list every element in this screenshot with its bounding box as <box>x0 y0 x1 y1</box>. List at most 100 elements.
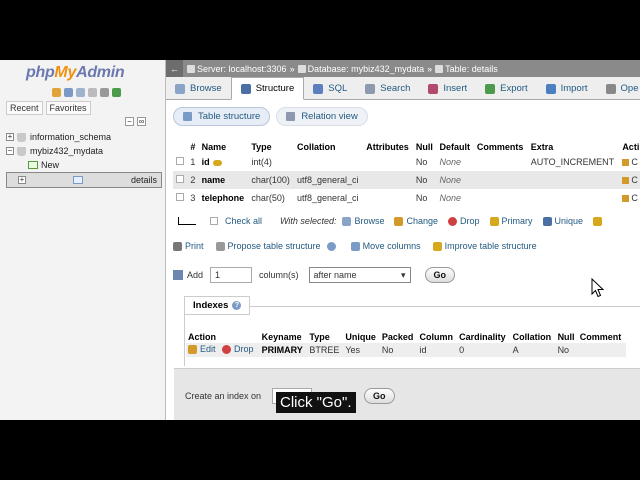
table-header-row: # Name Type Collation Attributes Null De… <box>173 140 640 153</box>
propose-structure-link[interactable]: Propose table structure <box>215 241 339 251</box>
drop-icon <box>448 216 458 226</box>
tab-insert[interactable]: Insert <box>419 77 476 100</box>
phpmyadmin-logo[interactable]: phpMyAdmin <box>26 64 125 82</box>
tree-controls: − ∞ <box>125 117 146 126</box>
column-header <box>173 140 187 153</box>
pencil-icon <box>622 177 630 185</box>
improve-structure-link[interactable]: Improve table structure <box>432 241 537 251</box>
subtab-relation-view[interactable]: Relation view <box>276 107 368 126</box>
insert-icon <box>428 83 439 94</box>
drop-index-button[interactable]: Drop <box>222 344 254 354</box>
link-icon[interactable]: ∞ <box>137 117 146 126</box>
change-action[interactable]: C <box>619 153 640 171</box>
with-selected-label: With selected: <box>280 216 337 226</box>
bulk-unique-button[interactable]: Unique <box>542 216 583 226</box>
column-position-select[interactable]: after name ▾ <box>308 267 411 283</box>
column-header[interactable]: Default <box>436 140 473 153</box>
field-type: int(4) <box>248 153 294 171</box>
column-header: Keyname <box>261 331 302 342</box>
bulk-primary-button[interactable]: Primary <box>489 216 533 226</box>
tree-item-information-schema[interactable]: + information_schema <box>6 130 162 144</box>
column-header[interactable]: Collation <box>294 140 363 153</box>
back-arrow-icon[interactable]: ← <box>166 60 183 77</box>
server-icon <box>187 64 195 73</box>
tree-item-new[interactable]: New <box>6 158 162 172</box>
row-checkbox[interactable] <box>176 193 184 201</box>
tree-item-mybiz432-mydata[interactable]: − mybiz432_mydata <box>6 144 162 158</box>
breadcrumb-server[interactable]: Server: localhost:3306 <box>197 64 287 74</box>
breadcrumb-table[interactable]: Table: details <box>445 64 498 74</box>
bulk-more-button[interactable] <box>593 216 605 226</box>
tree-item-label[interactable]: New <box>41 160 59 170</box>
reload-icon[interactable] <box>112 88 121 97</box>
info-icon[interactable] <box>88 88 97 97</box>
breadcrumb-database[interactable]: Database: mybiz432_mydata <box>308 64 425 74</box>
docs-icon[interactable] <box>76 88 85 97</box>
tab-browse[interactable]: Browse <box>166 77 231 100</box>
subtab-table-structure[interactable]: Table structure <box>173 107 271 126</box>
mouse-cursor-icon <box>591 278 605 298</box>
browse-icon <box>175 83 185 94</box>
tree-item-details[interactable]: + details <box>6 172 162 188</box>
bulk-browse-button[interactable]: Browse <box>342 216 384 226</box>
tab-export[interactable]: Export <box>476 77 536 100</box>
tab-import[interactable]: Import <box>537 77 597 100</box>
primary-key-icon <box>212 159 222 166</box>
gear-icon[interactable] <box>100 88 109 97</box>
column-header[interactable]: Name <box>199 140 249 153</box>
structure-icon <box>240 83 251 94</box>
field-comments <box>473 171 528 189</box>
collapse-all-icon[interactable]: − <box>125 117 134 126</box>
row-number: 2 <box>187 171 199 189</box>
tree-item-label[interactable]: mybiz432_mydata <box>30 146 103 156</box>
column-count-input[interactable]: 1 <box>210 267 253 283</box>
bulk-change-button[interactable]: Change <box>394 216 438 226</box>
index-unique: Yes <box>343 343 380 357</box>
pencil-icon <box>622 159 630 167</box>
row-checkbox[interactable] <box>176 175 184 183</box>
help-icon[interactable] <box>326 241 336 251</box>
import-icon <box>545 83 556 94</box>
bulk-drop-button[interactable]: Drop <box>448 216 480 226</box>
tab-sql[interactable]: SQL <box>304 77 356 100</box>
column-header[interactable]: Comments <box>474 140 528 153</box>
check-all-label[interactable]: Check all <box>225 216 262 226</box>
field-type: char(50) <box>248 189 294 207</box>
structure-icon <box>183 112 192 121</box>
help-icon[interactable]: ? <box>232 301 242 310</box>
check-all-checkbox[interactable] <box>210 217 218 225</box>
field-collation: utf8_general_ci <box>293 171 364 189</box>
nav-tab-recent[interactable]: Recent <box>6 101 43 115</box>
collapse-icon[interactable]: − <box>6 147 14 155</box>
change-action[interactable]: C <box>619 171 640 189</box>
tab-structure[interactable]: Structure <box>230 77 305 100</box>
field-type: char(100) <box>248 171 294 189</box>
column-header[interactable]: Type <box>248 140 294 153</box>
columns-unit-label: column(s) <box>259 270 299 280</box>
column-header[interactable]: Attributes <box>363 140 413 153</box>
field-attributes <box>363 171 413 189</box>
table-row[interactable]: 1 id int(4) No None AUTO_INCREMENT C <box>173 153 640 171</box>
row-checkbox[interactable] <box>176 157 184 165</box>
move-columns-link[interactable]: Move columns <box>350 241 421 251</box>
database-icon <box>297 64 306 73</box>
wand-icon <box>432 241 442 251</box>
logout-icon[interactable] <box>64 88 73 97</box>
home-icon[interactable] <box>52 88 61 97</box>
tab-operations[interactable]: Ope <box>597 77 640 100</box>
expand-icon[interactable]: + <box>6 133 14 141</box>
change-action[interactable]: C <box>619 189 640 207</box>
nav-tab-favorites[interactable]: Favorites <box>45 101 91 115</box>
table-row[interactable]: 2 name char(100) utf8_general_ci No None… <box>173 171 640 189</box>
tree-item-label[interactable]: information_schema <box>30 132 111 142</box>
print-link[interactable]: Print <box>173 241 204 251</box>
edit-index-button[interactable]: Edit <box>188 344 216 354</box>
table-row[interactable]: 3 telephone char(50) utf8_general_ci No … <box>173 189 640 207</box>
go-button[interactable]: Go <box>424 267 456 283</box>
create-index-go-button[interactable]: Go <box>364 388 395 404</box>
tab-search[interactable]: Search <box>356 77 419 100</box>
tree-item-label[interactable]: details <box>131 175 157 185</box>
column-header[interactable]: Extra <box>528 140 620 153</box>
expand-icon[interactable]: + <box>18 176 26 184</box>
column-header[interactable]: Null <box>413 140 437 153</box>
